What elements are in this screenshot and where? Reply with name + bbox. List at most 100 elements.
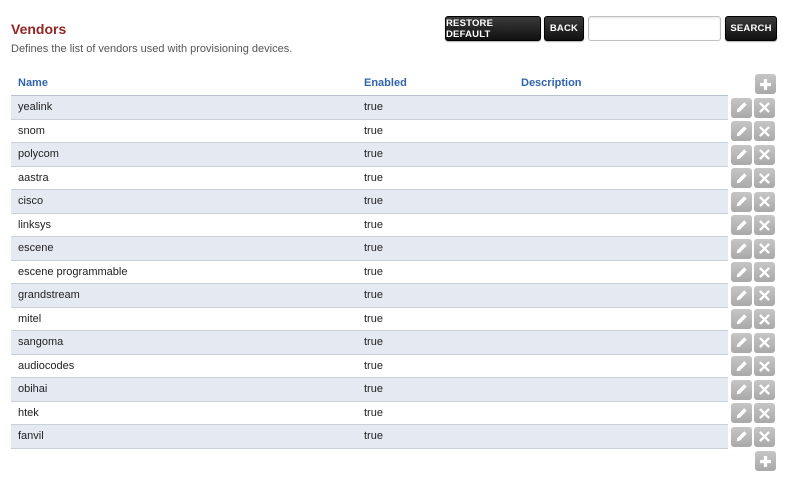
edit-button[interactable]	[731, 426, 752, 447]
edit-button[interactable]	[731, 121, 752, 142]
table-row[interactable]: mitel true	[11, 307, 728, 331]
pencil-icon	[736, 196, 747, 207]
close-icon	[759, 337, 770, 349]
vendor-enabled: true	[364, 148, 383, 160]
edit-button[interactable]	[731, 238, 752, 259]
row-action-group	[731, 237, 777, 261]
table-row[interactable]: htek true	[11, 401, 728, 425]
vendor-enabled: true	[364, 124, 383, 137]
search-button[interactable]: SEARCH	[725, 16, 777, 41]
column-header-description[interactable]: Description	[521, 77, 582, 89]
vendor-name: yealink	[18, 101, 53, 113]
vendor-name: obihai	[18, 383, 48, 395]
close-icon	[759, 172, 770, 184]
delete-button[interactable]	[754, 144, 775, 165]
vendor-enabled: true	[364, 430, 383, 442]
edit-button[interactable]	[731, 215, 752, 236]
vendor-enabled: true	[364, 195, 383, 207]
table-row[interactable]: polycom true	[11, 143, 728, 167]
close-icon	[759, 384, 770, 396]
edit-button[interactable]	[731, 403, 752, 424]
close-icon	[759, 102, 770, 114]
page-title: Vendors	[11, 21, 67, 37]
edit-button[interactable]	[731, 168, 752, 189]
vendor-name: fanvil	[18, 430, 44, 442]
delete-button[interactable]	[754, 332, 775, 353]
vendor-enabled: true	[364, 336, 383, 348]
delete-button[interactable]	[754, 168, 775, 189]
delete-button[interactable]	[754, 215, 775, 236]
restore-default-button[interactable]: RESTORE DEFAULT	[445, 16, 541, 41]
pencil-icon	[736, 314, 747, 325]
plus-icon	[760, 78, 771, 90]
vendor-name: aastra	[18, 171, 49, 184]
pencil-icon	[736, 267, 747, 278]
table-row[interactable]: snom true	[11, 119, 728, 143]
close-icon	[759, 125, 770, 137]
close-icon	[759, 360, 770, 372]
vendor-enabled: true	[364, 265, 383, 278]
close-icon	[759, 407, 770, 419]
delete-button[interactable]	[754, 97, 775, 118]
edit-button[interactable]	[731, 262, 752, 283]
edit-button[interactable]	[731, 309, 752, 330]
vendor-name: mitel	[18, 312, 42, 325]
close-icon	[759, 196, 770, 208]
back-button[interactable]: BACK	[544, 16, 584, 41]
add-vendor-button-bottom[interactable]	[755, 451, 776, 471]
table-row[interactable]: fanvil true	[11, 425, 728, 449]
edit-button[interactable]	[731, 97, 752, 118]
table-row[interactable]: sangoma true	[11, 331, 728, 355]
table-row[interactable]: escene programmable true	[11, 260, 728, 284]
table-row[interactable]: cisco true	[11, 190, 728, 214]
table-row[interactable]: obihai true	[11, 378, 728, 402]
row-action-group	[731, 261, 777, 285]
delete-button[interactable]	[754, 238, 775, 259]
search-input[interactable]	[588, 16, 721, 41]
edit-button[interactable]	[731, 285, 752, 306]
delete-button[interactable]	[754, 191, 775, 212]
vendor-name: polycom	[18, 148, 59, 160]
delete-button[interactable]	[754, 121, 775, 142]
edit-button[interactable]	[731, 191, 752, 212]
pencil-icon	[736, 149, 747, 160]
edit-button[interactable]	[731, 356, 752, 377]
edit-button[interactable]	[731, 332, 752, 353]
vendor-name: sangoma	[18, 336, 64, 348]
delete-button[interactable]	[754, 285, 775, 306]
row-actions	[731, 96, 777, 449]
vendor-name: htek	[18, 406, 39, 419]
pencil-icon	[736, 290, 747, 301]
close-icon	[759, 290, 770, 302]
table-row[interactable]: grandstream true	[11, 284, 728, 308]
edit-button[interactable]	[731, 144, 752, 165]
pencil-icon	[736, 431, 747, 442]
delete-button[interactable]	[754, 426, 775, 447]
row-action-group	[731, 284, 777, 308]
plus-icon	[760, 455, 771, 467]
vendor-name: cisco	[18, 195, 44, 207]
row-action-group	[731, 167, 777, 191]
table-row[interactable]: audiocodes true	[11, 354, 728, 378]
delete-button[interactable]	[754, 262, 775, 283]
row-action-group	[731, 96, 777, 120]
edit-button[interactable]	[731, 379, 752, 400]
table-row[interactable]: linksys true	[11, 213, 728, 237]
delete-button[interactable]	[754, 403, 775, 424]
page-description: Defines the list of vendors used with pr…	[11, 43, 293, 55]
delete-button[interactable]	[754, 379, 775, 400]
delete-button[interactable]	[754, 356, 775, 377]
add-vendor-button[interactable]	[755, 74, 776, 94]
table-row[interactable]: yealink true	[11, 96, 728, 120]
row-action-group	[731, 190, 777, 214]
delete-button[interactable]	[754, 309, 775, 330]
row-action-group	[731, 402, 777, 426]
row-action-group	[731, 120, 777, 144]
vendor-enabled: true	[364, 171, 383, 184]
pencil-icon	[736, 243, 747, 254]
row-action-group	[731, 143, 777, 167]
column-header-name[interactable]: Name	[18, 77, 48, 89]
table-row[interactable]: escene true	[11, 237, 728, 261]
column-header-enabled[interactable]: Enabled	[364, 77, 407, 89]
table-row[interactable]: aastra true	[11, 166, 728, 190]
